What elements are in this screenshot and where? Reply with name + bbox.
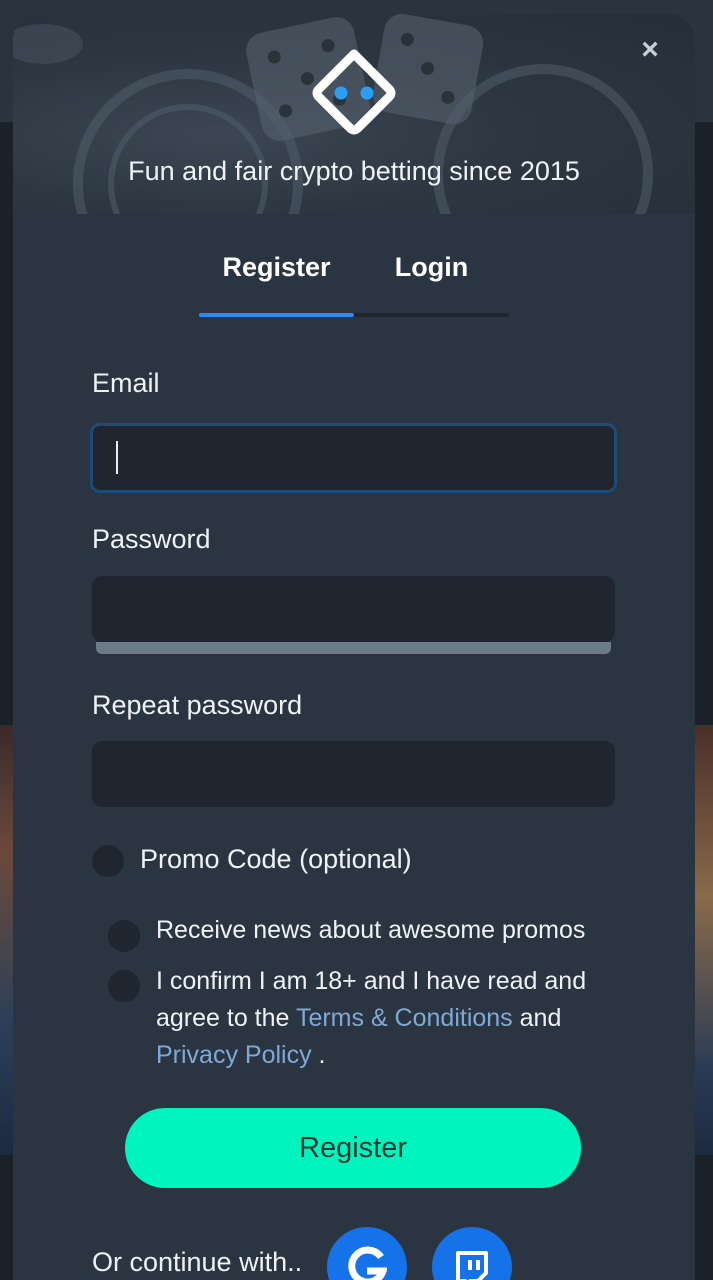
- terms-text: I confirm I am 18+ and I have read and a…: [156, 963, 606, 1074]
- chip-decoration: [13, 24, 83, 64]
- hero-banner: Fun and fair crypto betting since 2015: [13, 14, 695, 214]
- email-label: Email: [92, 368, 160, 398]
- tab-register[interactable]: Register: [199, 252, 354, 283]
- terms-suffix: .: [311, 1041, 326, 1069]
- news-checkbox[interactable]: [108, 920, 140, 952]
- auth-modal: Fun and fair crypto betting since 2015 ×…: [13, 14, 695, 1280]
- register-button[interactable]: Register: [125, 1108, 581, 1188]
- background-art-right: [694, 725, 713, 1155]
- password-label: Password: [92, 524, 211, 554]
- email-field[interactable]: [90, 423, 617, 493]
- promo-code-toggle[interactable]: [92, 845, 124, 877]
- google-login-button[interactable]: [327, 1227, 407, 1280]
- text-caret: [116, 441, 118, 474]
- password-field[interactable]: [92, 576, 615, 642]
- tab-active-indicator: [199, 313, 354, 317]
- background-art-left: [0, 725, 14, 1155]
- privacy-link[interactable]: Privacy Policy: [156, 1041, 312, 1069]
- google-icon: [348, 1246, 387, 1280]
- twitch-login-button[interactable]: [432, 1227, 512, 1280]
- logo-icon: [312, 49, 396, 135]
- auth-tabs: Register Login: [199, 252, 509, 318]
- terms-checkbox[interactable]: [108, 970, 140, 1002]
- tab-login[interactable]: Login: [354, 252, 509, 283]
- continue-with-label: Or continue with..: [92, 1247, 303, 1277]
- close-icon[interactable]: ×: [635, 35, 665, 66]
- password-strength-bar: [96, 642, 611, 654]
- terms-mid: and: [512, 1004, 562, 1032]
- news-label: Receive news about awesome promos: [156, 916, 586, 944]
- terms-link[interactable]: Terms & Conditions: [296, 1004, 513, 1032]
- tagline: Fun and fair crypto betting since 2015: [128, 156, 580, 186]
- repeat-password-field[interactable]: [92, 741, 615, 807]
- repeat-password-label: Repeat password: [92, 690, 303, 720]
- twitch-icon: [456, 1251, 488, 1280]
- promo-code-label[interactable]: Promo Code (optional): [140, 841, 412, 878]
